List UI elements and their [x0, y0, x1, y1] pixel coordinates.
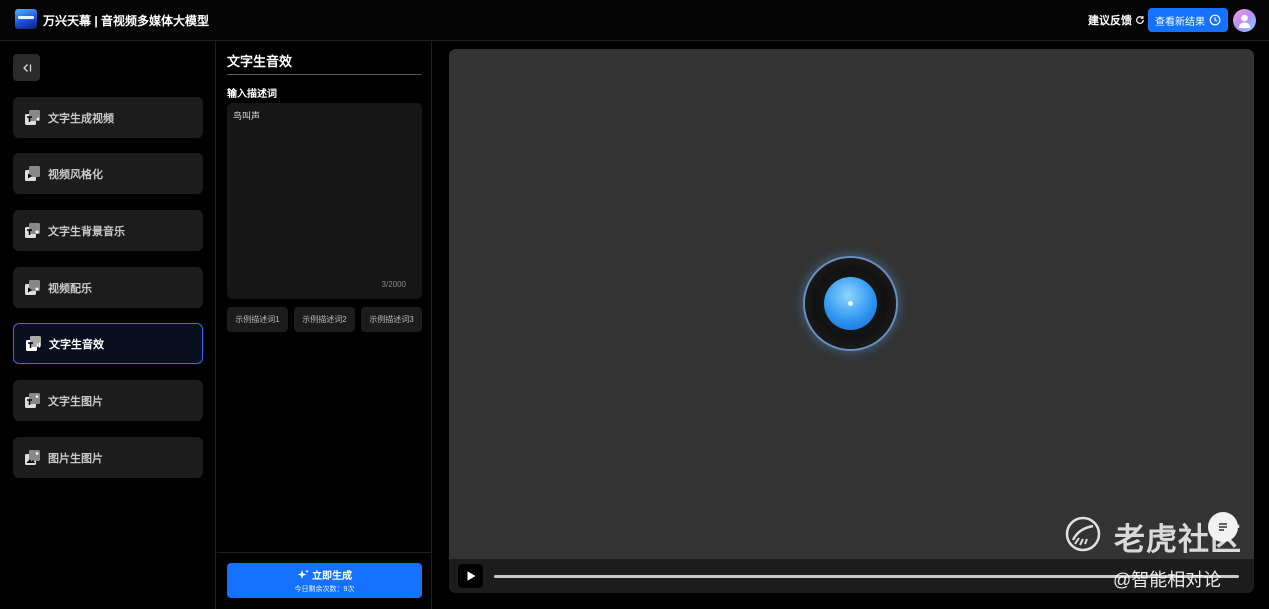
sidebar-item-video-music[interactable]: 视频配乐 [13, 267, 203, 308]
feedback-label: 建议反馈 [1088, 15, 1132, 27]
view-results-label: 查看新结果 [1155, 16, 1205, 28]
user-avatar[interactable] [1233, 9, 1256, 32]
char-count: 3/2000 [381, 280, 406, 289]
sidebar-item-text-to-sound[interactable]: 文字生音效 [13, 323, 203, 364]
sidebar-item-text-to-image[interactable]: 文字生图片 [13, 380, 203, 421]
tiger-logo-icon [1065, 516, 1101, 552]
example-prompt-button[interactable]: 示例描述词3 [361, 307, 422, 332]
app-title: 万兴天幕 | 音视频多媒体大模型 [43, 14, 210, 28]
generate-button[interactable]: 立即生成 今日剩余次数：9次 [227, 563, 422, 598]
footer-divider [217, 552, 432, 553]
sidebar-item-label: 文字生成视频 [48, 112, 114, 125]
sparkle-icon [297, 569, 309, 579]
text-sound-icon [25, 335, 42, 352]
generate-main: 立即生成 [297, 567, 352, 582]
sidebar-item-label: 文字生音效 [49, 338, 104, 351]
clock-icon [1209, 14, 1221, 26]
sidebar-item-text-to-music[interactable]: 文字生背景音乐 [13, 210, 203, 251]
panel-divider [227, 74, 422, 75]
left-sidebar: 文字生成视频 视频风格化 文字生背景音乐 视频配乐 文字生音效 文字生图片 图片… [0, 41, 216, 609]
example-prompt-button[interactable]: 示例描述词2 [294, 307, 355, 332]
audio-preview [449, 49, 1254, 593]
text-music-icon [24, 222, 41, 239]
sidebar-item-label: 文字生图片 [48, 395, 103, 408]
support-button[interactable] [1208, 512, 1238, 542]
text-video-icon [24, 109, 41, 126]
chat-icon [1219, 523, 1227, 531]
app-logo [15, 9, 37, 29]
sidebar-item-label: 视频配乐 [48, 282, 92, 295]
play-button[interactable] [458, 564, 483, 588]
image-image-icon [24, 449, 41, 466]
collapse-sidebar-button[interactable] [13, 54, 40, 81]
panel-title: 文字生音效 [227, 54, 293, 69]
sidebar-item-video-stylize[interactable]: 视频风格化 [13, 153, 203, 194]
settings-panel: 文字生音效 输入描述词 鸟叫声 3/2000 示例描述词1 示例描述词2 示例描… [217, 41, 432, 609]
prompt-textarea[interactable]: 鸟叫声 3/2000 [227, 103, 422, 299]
prompt-label: 输入描述词 [227, 89, 277, 100]
watermark-handle: @智能相对论 [1113, 570, 1222, 590]
example-prompt-button[interactable]: 示例描述词1 [227, 307, 288, 332]
vinyl-disc-icon [805, 258, 896, 349]
collapse-icon [22, 63, 31, 72]
sidebar-item-label: 视频风格化 [48, 168, 103, 181]
sidebar-item-label: 文字生背景音乐 [48, 225, 125, 238]
view-results-button[interactable]: 查看新结果 [1148, 8, 1228, 32]
top-bar: 万兴天幕 | 音视频多媒体大模型 建议反馈 查看新结果 [0, 0, 1269, 41]
refresh-icon [1136, 16, 1144, 24]
remaining-count: 今日剩余次数：9次 [294, 586, 355, 593]
video-music-icon [24, 279, 41, 296]
play-icon [467, 571, 475, 581]
video-style-icon [24, 165, 41, 182]
text-image-icon [24, 392, 41, 409]
user-icon [1238, 14, 1251, 28]
vinyl-disc [805, 258, 896, 349]
disc-hole [848, 301, 853, 306]
sidebar-item-image-to-image[interactable]: 图片生图片 [13, 437, 203, 478]
sidebar-item-text-to-video[interactable]: 文字生成视频 [13, 97, 203, 138]
feedback-link[interactable]: 建议反馈 [1088, 12, 1145, 28]
generate-label: 立即生成 [312, 571, 352, 582]
sidebar-item-label: 图片生图片 [48, 452, 103, 465]
prompt-value: 鸟叫声 [233, 111, 261, 121]
